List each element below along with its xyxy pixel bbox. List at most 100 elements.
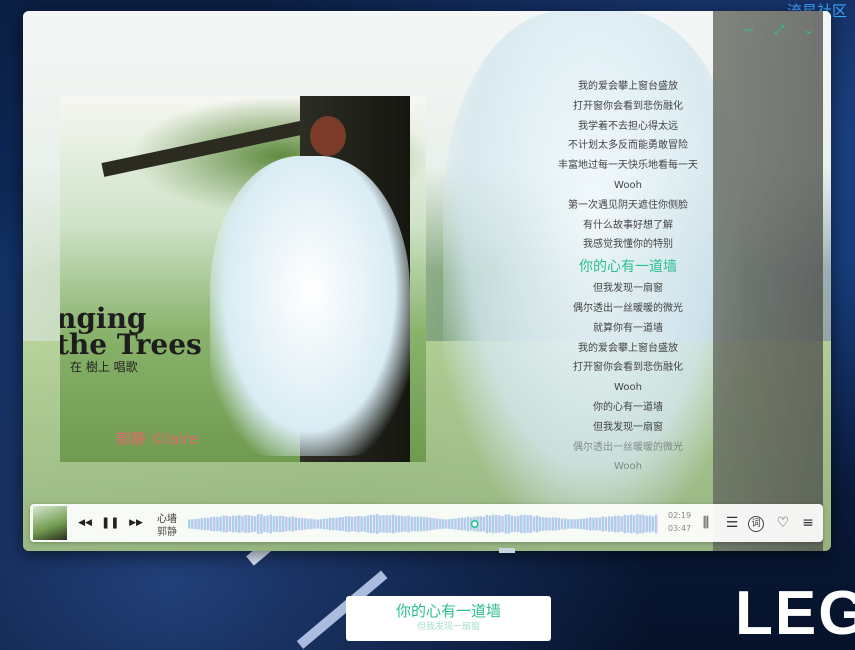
waveform-bar: [517, 516, 520, 533]
waveform-bar: [485, 514, 489, 534]
waveform-bar: [611, 516, 614, 532]
lyric-line[interactable]: Wooh: [533, 378, 723, 398]
waveform-bar: [523, 515, 526, 533]
waveform-bar: [329, 517, 332, 531]
lyric-line[interactable]: 但我发现一扇窗: [533, 418, 723, 438]
waveform-bar: [419, 516, 423, 532]
previous-icon[interactable]: ◀◀: [76, 514, 94, 532]
album-cover: nging the Trees 在 樹上 唱歌 郭靜 ©laire: [60, 96, 426, 462]
waveform-bar: [354, 516, 357, 532]
equalizer-icon[interactable]: ⫼: [696, 513, 716, 533]
waveform-bar: [645, 515, 649, 533]
waveform-bar: [278, 515, 282, 532]
waveform-bar: [554, 517, 558, 531]
lyric-line[interactable]: 偶尔透出一丝暖暖的微光: [533, 438, 723, 458]
waveform-bar: [410, 516, 414, 532]
pause-icon[interactable]: ❚❚: [101, 514, 119, 532]
window-edge-tab[interactable]: [499, 548, 515, 553]
waveform-bar: [466, 516, 470, 532]
lyric-line[interactable]: 偶尔透出一丝暖暖的微光: [533, 299, 723, 319]
waveform-bar: [219, 516, 222, 532]
waveform-bar: [344, 516, 348, 532]
waveform-bar: [225, 515, 229, 533]
lyric-line[interactable]: 丰富地过每一天快乐地看每一天: [533, 156, 723, 176]
waveform-bar: [504, 514, 508, 534]
waveform-bar: [532, 516, 536, 532]
waveform-bar: [235, 516, 238, 532]
waveform-bar: [263, 516, 266, 532]
waveform-bar: [391, 514, 395, 534]
waveform-bar: [209, 516, 213, 532]
waveform-bar: [341, 517, 345, 531]
lyric-line[interactable]: 第一次遇见阴天遮住你侧脸: [533, 196, 723, 216]
waveform-bar: [595, 517, 598, 531]
waveform-bar: [441, 519, 445, 529]
waveform-bar: [397, 515, 401, 533]
waveform-bar: [307, 518, 310, 530]
lyric-line[interactable]: Wooh: [533, 176, 723, 196]
waveform-bar: [241, 516, 244, 532]
lyric-line[interactable]: Wooh: [533, 457, 723, 477]
lyric-line[interactable]: 有什么故事好想了解: [533, 216, 723, 236]
lyric-line[interactable]: 就算你有一道墙: [533, 319, 723, 339]
waveform-bar: [291, 516, 294, 532]
desktop-lyric-next: 但我发现一扇窗: [416, 622, 480, 632]
menu-icon[interactable]: ≡: [798, 513, 818, 533]
waveform-bar: [285, 516, 288, 532]
waveform-bar: [407, 515, 410, 533]
waveform-bar: [567, 519, 570, 529]
waveform-bar: [598, 517, 602, 531]
waveform-bar: [372, 514, 376, 534]
waveform-bar: [510, 515, 514, 533]
waveform-bar: [454, 518, 457, 530]
waveform-bar: [247, 515, 251, 533]
double-chevron-down-icon[interactable]: ⌄: [801, 23, 817, 39]
expand-icon[interactable]: ⤢: [771, 23, 787, 39]
waveform-bar: [626, 515, 630, 533]
lyric-line[interactable]: 我学着不去担心得太远: [533, 117, 723, 137]
waveform-bar: [297, 517, 301, 531]
waveform-bar: [272, 516, 276, 532]
waveform-bar: [545, 517, 548, 531]
waveform-bar: [310, 518, 313, 530]
waveform-bar: [363, 516, 367, 532]
waveform-bar: [642, 514, 645, 534]
lyric-line[interactable]: 你的心有一道墙: [533, 398, 723, 418]
time-current: 02:19: [668, 511, 692, 520]
waveform-bar: [275, 516, 279, 532]
waveform-bar: [382, 515, 385, 533]
waveform-bar: [203, 517, 207, 531]
next-icon[interactable]: ▶▶: [127, 514, 145, 532]
minus-icon[interactable]: −: [741, 23, 757, 39]
heart-icon[interactable]: ♡: [773, 513, 793, 533]
waveform-bar: [579, 518, 583, 530]
waveform-bar: [332, 517, 335, 531]
desktop-lyric-widget[interactable]: 你的心有一道墙 但我发现一扇窗: [346, 596, 551, 641]
lyric-line[interactable]: 但我发现一扇窗: [533, 279, 723, 299]
waveform-bar: [444, 519, 448, 529]
waveform-bar: [404, 516, 407, 532]
waveform-bar: [388, 515, 392, 533]
lyric-line[interactable]: 打开窗你会看到悲伤融化: [533, 358, 723, 378]
lyric-line-current[interactable]: 你的心有一道墙: [533, 255, 723, 279]
waveform-bar: [557, 517, 561, 531]
waveform-bar: [538, 516, 542, 532]
lyric-line[interactable]: 不计划太多反而能勇敢冒险: [533, 136, 723, 156]
waveform-bar: [350, 516, 354, 532]
waveform-bar: [394, 515, 398, 533]
waveform-bar: [188, 519, 191, 529]
lyric-line[interactable]: 我感觉我懂你的特别: [533, 235, 723, 255]
lyric-line[interactable]: 我的爱会攀上窗台盛放: [533, 339, 723, 359]
waveform-bar: [526, 515, 529, 533]
playlist-icon[interactable]: ☰: [722, 513, 742, 533]
lyric-line[interactable]: 打开窗你会看到悲伤融化: [533, 97, 723, 117]
waveform-bar: [231, 515, 235, 533]
lyric-line[interactable]: 我的爱会攀上窗台盛放: [533, 77, 723, 97]
waveform-bar: [448, 519, 451, 529]
progress-thumb[interactable]: [470, 520, 479, 529]
waveform-bar: [592, 517, 595, 531]
lyric-toggle-icon[interactable]: 词: [748, 516, 764, 532]
waveform-progress-bar[interactable]: [188, 511, 658, 537]
waveform-bar: [482, 516, 486, 532]
mini-album-cover[interactable]: [33, 506, 67, 540]
